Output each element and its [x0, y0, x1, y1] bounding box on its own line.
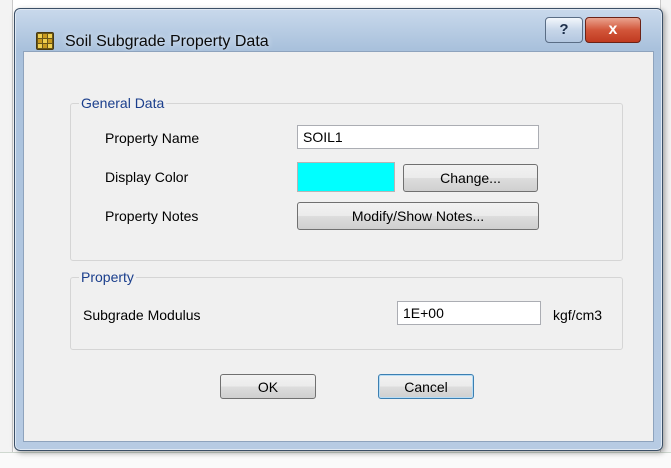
display-color-label: Display Color: [105, 169, 189, 185]
subgrade-modulus-unit: kgf/cm3: [553, 307, 603, 323]
subgrade-modulus-input[interactable]: [397, 301, 541, 325]
cancel-button[interactable]: Cancel: [378, 374, 474, 399]
dialog-title: Soil Subgrade Property Data: [65, 33, 269, 50]
property-name-label: Property Name: [105, 130, 200, 146]
help-button[interactable]: ?: [545, 17, 583, 43]
subgrade-modulus-label: Subgrade Modulus: [83, 307, 201, 323]
general-data-group: General Data Property Name Display Color…: [70, 95, 623, 261]
general-data-legend: General Data: [79, 95, 167, 111]
background-grid-line: [0, 452, 671, 453]
display-color-swatch[interactable]: [297, 162, 395, 192]
app-icon: [36, 32, 54, 50]
soil-subgrade-property-dialog: Soil Subgrade Property Data ? x General …: [14, 8, 663, 451]
background-bottom-area: [0, 452, 671, 468]
dialog-body: General Data Property Name Display Color…: [23, 51, 654, 442]
modify-show-notes-button[interactable]: Modify/Show Notes...: [297, 202, 539, 230]
ok-button[interactable]: OK: [220, 374, 316, 399]
close-button[interactable]: x: [585, 17, 641, 43]
change-color-button[interactable]: Change...: [403, 164, 538, 192]
property-legend: Property: [79, 269, 136, 285]
background-left-panel: [0, 0, 13, 468]
property-notes-label: Property Notes: [105, 208, 199, 224]
property-name-input[interactable]: [297, 125, 539, 149]
property-group: Property Subgrade Modulus kgf/cm3: [70, 269, 623, 350]
